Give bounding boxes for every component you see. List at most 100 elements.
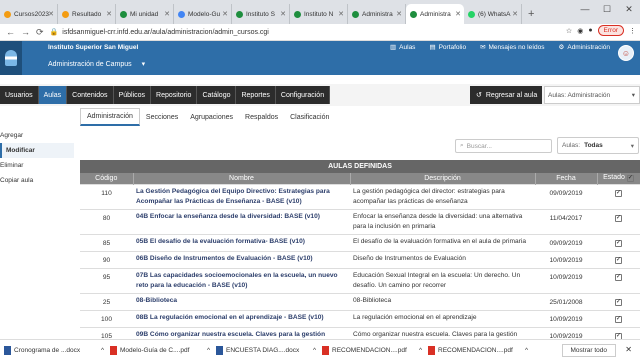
table-row[interactable]: 90 06B Diseño de Instrumentos de Evaluaci… <box>80 250 640 268</box>
aulas-select[interactable]: Aulas: Administración ▾ <box>544 86 640 104</box>
tab-close-icon[interactable]: ✕ <box>222 10 228 18</box>
browser-tab[interactable]: Administra ✕ <box>348 4 406 24</box>
chevron-up-icon[interactable]: ^ <box>313 347 316 354</box>
cell-nombre[interactable]: La Gestión Pedagógica del Equipo Directi… <box>133 183 350 209</box>
browser-tab[interactable]: Instituto S ✕ <box>232 4 290 24</box>
download-item[interactable]: ENCUESTA DIAG....docx ^ <box>216 345 316 355</box>
submenu-tab[interactable]: Agrupaciones <box>184 108 239 126</box>
browser-tab[interactable]: Modelo-Gu ✕ <box>174 4 232 24</box>
tab-close-icon[interactable]: ✕ <box>280 10 286 18</box>
estado-checkbox[interactable]: ✓ <box>615 273 622 281</box>
menu-dots-icon[interactable]: ⋮ <box>629 27 636 35</box>
estado-checkbox[interactable]: ✓ <box>615 256 622 264</box>
url-field[interactable]: 🔒 isfdsanmiguel-crr.infd.edu.ar/aula/adm… <box>50 28 269 37</box>
submenu-tab[interactable]: Administración <box>80 108 140 126</box>
header-nav-aulas[interactable]: ▥ Aulas <box>390 43 415 52</box>
submenu-tab[interactable]: Secciones <box>140 108 184 126</box>
table-row[interactable]: 80 04B Enfocar la enseñanza desde la dive… <box>80 208 640 234</box>
undo-icon: ↺ <box>476 92 482 99</box>
cell-estado: ✓ <box>597 309 640 327</box>
new-tab-icon[interactable]: + <box>528 8 534 20</box>
download-item[interactable]: RECOMENDACION....pdf ^ <box>428 345 528 355</box>
tab-close-icon[interactable]: ✕ <box>512 10 518 18</box>
star-icon[interactable]: ☆ <box>566 27 572 35</box>
estado-checkbox[interactable]: ✓ <box>615 239 622 247</box>
estado-checkbox[interactable]: ✓ <box>615 189 622 197</box>
cell-nombre[interactable]: 05B El desafío de la evaluación formativ… <box>133 233 350 251</box>
cell-nombre[interactable]: 04B Enfocar la enseñanza desde la divers… <box>133 208 350 234</box>
back-icon[interactable]: ← <box>6 27 15 37</box>
profile-icon[interactable]: ● <box>588 27 592 34</box>
estado-checkbox[interactable]: ✓ <box>615 214 622 222</box>
sidebar-item[interactable]: Agregar <box>0 128 74 143</box>
sidebar-item[interactable]: Copiar aula <box>0 173 74 188</box>
estado-checkbox[interactable]: ✓ <box>615 315 622 323</box>
menu-item-usuarios[interactable]: Usuarios <box>0 86 39 104</box>
chevron-up-icon[interactable]: ^ <box>101 347 104 354</box>
menu-item-catálogo[interactable]: Catálogo <box>197 86 237 104</box>
tab-close-icon[interactable]: ✕ <box>455 10 461 18</box>
menu-item-públicos[interactable]: Públicos <box>113 86 152 104</box>
download-item[interactable]: Cronograma de ...docx ^ <box>4 345 104 355</box>
col-codigo[interactable]: Código <box>80 173 134 184</box>
show-all-button[interactable]: Mostrar todo <box>561 344 616 357</box>
select-all-checkbox[interactable]: ✓ <box>626 175 634 183</box>
submenu-tab[interactable]: Clasificación <box>284 108 335 126</box>
chevron-up-icon[interactable]: ^ <box>419 347 422 354</box>
tab-close-icon[interactable]: ✕ <box>106 10 112 18</box>
col-descripcion[interactable]: Descripción <box>350 173 536 184</box>
download-item[interactable]: RECOMENDACION....pdf ^ <box>322 345 422 355</box>
regresar-button[interactable]: ↺ Regresar al aula <box>470 86 542 104</box>
table-row[interactable]: 85 05B El desafío de la evaluación format… <box>80 233 640 251</box>
close-window-icon[interactable]: ✕ <box>618 0 640 18</box>
browser-tab[interactable]: Mi unidad ✕ <box>116 4 174 24</box>
tab-close-icon[interactable]: ✕ <box>164 10 170 18</box>
search-input[interactable]: ⌕ Buscar... <box>455 139 552 153</box>
browser-tab[interactable]: Instituto N ✕ <box>290 4 348 24</box>
cell-nombre[interactable]: 07B Las capacidades socioemocionales en … <box>133 267 350 293</box>
header-nav-portafolio[interactable]: ▤ Portafolio <box>429 43 466 52</box>
browser-tab[interactable]: Administra ✕ <box>406 4 464 24</box>
menu-item-aulas[interactable]: Aulas <box>38 86 68 104</box>
browser-tab[interactable]: Cursos2023 ✕ <box>0 4 58 24</box>
table-row[interactable]: 25 08-Biblioteca 08-Biblioteca 25/01/2008 ✓ <box>80 292 640 310</box>
header-nav-mensajes[interactable]: ✉ Mensajes no leídos <box>480 43 544 52</box>
menu-item-repositorio[interactable]: Repositorio <box>151 86 198 104</box>
cell-nombre[interactable]: 06B Diseño de Instrumentos de Evaluación… <box>133 250 350 268</box>
menu-item-reportes[interactable]: Reportes <box>236 86 276 104</box>
aulas-filter-select[interactable]: Aulas: Todas ▾ <box>557 137 639 154</box>
browser-tab[interactable]: Resultado ✕ <box>58 4 116 24</box>
menu-item-contenidos[interactable]: Contenidos <box>67 86 114 104</box>
tab-close-icon[interactable]: ✕ <box>396 10 402 18</box>
table-row[interactable]: 100 08B La regulación emocional en el apr… <box>80 309 640 327</box>
col-nombre[interactable]: Nombre <box>133 173 351 184</box>
chevron-up-icon[interactable]: ^ <box>525 347 528 354</box>
col-estado[interactable]: Estado ✓ <box>597 173 640 184</box>
close-icon[interactable]: ✕ <box>625 345 632 354</box>
reload-icon[interactable]: ⟳ <box>36 27 44 38</box>
header-nav-administracion[interactable]: ⚙ Administración <box>559 43 610 52</box>
estado-checkbox[interactable]: ✓ <box>615 298 622 306</box>
download-item[interactable]: Modelo-Guía de C....pdf ^ <box>110 345 210 355</box>
browser-tab[interactable]: (6) WhatsA ✕ <box>464 4 522 24</box>
error-badge[interactable]: Error <box>597 25 624 36</box>
tab-close-icon[interactable]: ✕ <box>338 10 344 18</box>
chevron-up-icon[interactable]: ^ <box>207 347 210 354</box>
table-row[interactable]: 95 07B Las capacidades socioemocionales e… <box>80 267 640 293</box>
avatar[interactable]: ☺ <box>618 45 634 61</box>
table-row[interactable]: 110 La Gestión Pedagógica del Equipo Dire… <box>80 183 640 209</box>
cell-codigo: 25 <box>80 292 133 310</box>
minimize-icon[interactable]: — <box>574 0 596 18</box>
col-fecha[interactable]: Fecha <box>535 173 598 184</box>
extension-icon[interactable]: ◉ <box>577 27 583 35</box>
submenu-tab[interactable]: Respaldos <box>239 108 284 126</box>
sidebar-item[interactable]: Eliminar <box>0 158 74 173</box>
forward-icon[interactable]: → <box>21 27 30 37</box>
cell-nombre[interactable]: 08-Biblioteca <box>133 292 350 310</box>
cell-nombre[interactable]: 08B La regulación emocional en el aprend… <box>133 309 350 327</box>
menu-item-configuración[interactable]: Configuración <box>275 86 331 104</box>
campus-title[interactable]: Administración de Campus ▾ <box>48 60 145 69</box>
sidebar-item[interactable]: Modificar <box>0 143 74 158</box>
tab-close-icon[interactable]: ✕ <box>48 10 54 18</box>
maximize-icon[interactable]: ☐ <box>596 0 618 18</box>
